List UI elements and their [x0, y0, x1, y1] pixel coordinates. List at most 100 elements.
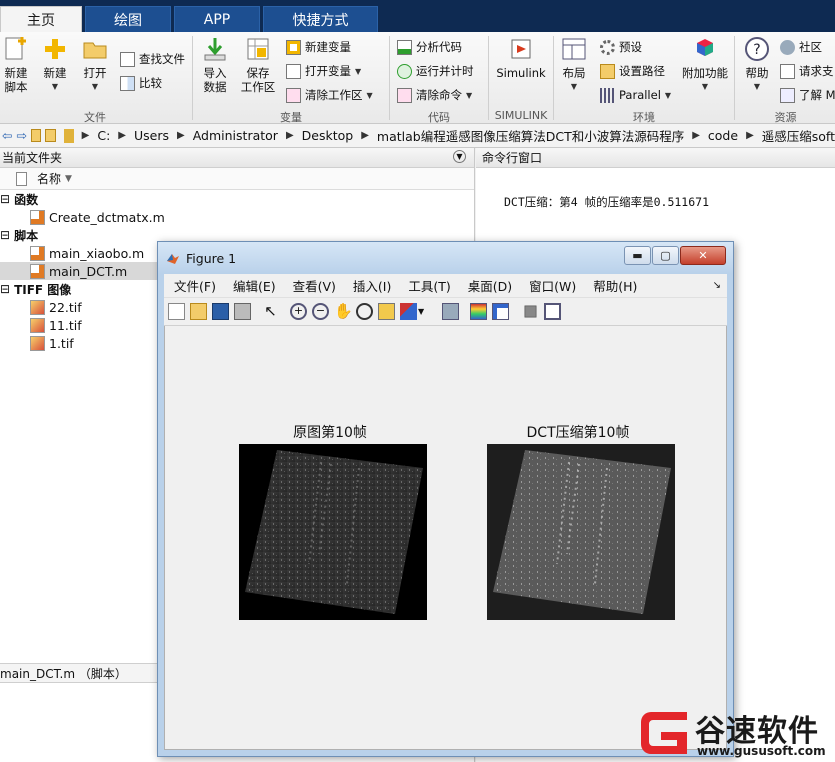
addons-button[interactable]: 附加功能 ▼ — [680, 36, 730, 94]
menu-view[interactable]: 查看(V) — [293, 276, 336, 295]
open-label: 打开 — [83, 66, 107, 80]
figure-title-bar[interactable]: Figure 1 ▬ ▢ ✕ — [158, 242, 733, 274]
save-workspace-button[interactable]: 保存 工作区 — [240, 36, 276, 94]
zoom-in-icon[interactable]: + — [290, 303, 307, 320]
breadcrumb[interactable]: ▶ C: ▶ Users ▶ Administrator ▶ Desktop ▶ matl… — [74, 126, 835, 145]
pointer-icon[interactable]: ↖ — [262, 303, 279, 320]
new-figure-icon[interactable] — [168, 303, 185, 320]
breadcrumb-project[interactable]: matlab编程遥感图像压缩算法DCT和小波算法源码程序 — [377, 126, 684, 145]
compare-button[interactable]: 比较 — [120, 74, 162, 92]
compare-icon — [120, 75, 135, 91]
current-folder-title: 当前文件夹 — [2, 151, 63, 165]
open-variable-button[interactable]: 打开变量 ▼ — [286, 62, 361, 80]
ribbon-divider — [488, 36, 489, 120]
back-arrow-icon[interactable]: ⇦ — [2, 128, 12, 143]
layout-icon — [562, 38, 586, 60]
collapse-icon[interactable]: ⊟ — [0, 192, 10, 206]
ribbon-divider — [734, 36, 735, 120]
tab-home[interactable]: 主页 — [0, 6, 82, 32]
link-plot-icon[interactable] — [442, 303, 459, 320]
watermark-url: www.gususoft.com — [697, 744, 826, 758]
menu-file[interactable]: 文件(F) — [174, 276, 216, 295]
print-icon[interactable] — [234, 303, 251, 320]
panel-menu-icon[interactable]: ▼ — [453, 150, 466, 163]
community-button[interactable]: 社区 — [780, 38, 822, 56]
new-script-button[interactable]: 新建 脚本 — [2, 36, 30, 94]
parallel-button[interactable]: Parallel ▼ — [600, 86, 671, 104]
new-variable-button[interactable]: 新建变量 — [286, 38, 351, 56]
analyze-code-button[interactable]: 分析代码 — [397, 38, 462, 56]
request-support-button[interactable]: 请求支 — [780, 62, 834, 80]
brush-dropdown-icon[interactable]: ▼ — [418, 303, 435, 320]
simulink-button[interactable]: Simulink — [496, 36, 546, 80]
breadcrumb-soft[interactable]: 遥感压缩soft — [762, 126, 835, 145]
show-plot-tools-icon[interactable] — [544, 303, 561, 320]
breadcrumb-administrator[interactable]: Administrator — [193, 128, 278, 143]
tab-home-label: 主页 — [27, 12, 55, 29]
analyze-code-icon — [397, 39, 412, 55]
tab-plots-label: 绘图 — [114, 12, 142, 29]
zoom-out-icon[interactable]: − — [312, 303, 329, 320]
set-path-button[interactable]: 设置路径 — [600, 62, 665, 80]
collapse-icon[interactable]: ⊟ — [0, 282, 10, 296]
group-label: 脚本 — [14, 228, 39, 243]
legend-icon[interactable] — [492, 303, 509, 320]
menu-help[interactable]: 帮助(H) — [593, 276, 637, 295]
new-caret: ▼ — [51, 82, 59, 91]
collapse-icon[interactable]: ⊟ — [0, 228, 10, 242]
find-files-button[interactable]: 查找文件 — [120, 50, 185, 68]
forward-arrow-icon[interactable]: ⇨ — [16, 128, 26, 143]
tab-plots[interactable]: 绘图 — [85, 6, 171, 32]
preferences-button[interactable]: 预设 — [600, 38, 642, 56]
menu-edit[interactable]: 编辑(E) — [233, 276, 276, 295]
open-button[interactable]: 打开 ▼ — [80, 36, 110, 94]
resources-group-label: 资源 — [774, 111, 797, 124]
run-and-time-icon — [397, 63, 412, 79]
up-folder-icon[interactable] — [30, 129, 42, 142]
tab-apps[interactable]: APP — [174, 6, 260, 32]
column-header[interactable]: 名称 ▼ — [0, 168, 474, 190]
learn-matlab-button[interactable]: 了解 M — [780, 86, 835, 104]
pan-hand-icon[interactable]: ✋ — [334, 303, 353, 320]
import-data-button[interactable]: 导入 数据 — [200, 36, 230, 94]
breadcrumb-desktop[interactable]: Desktop — [302, 128, 354, 143]
clear-commands-button[interactable]: 清除命令 ▼ — [397, 86, 472, 104]
request-support-icon — [780, 63, 795, 79]
menu-insert[interactable]: 插入(I) — [353, 276, 391, 295]
breadcrumb-separator: ▶ — [177, 130, 185, 141]
save-workspace-icon — [247, 38, 269, 60]
figure-canvas[interactable]: 原图第10帧 DCT压缩第10帧 — [164, 326, 727, 750]
save-icon[interactable] — [212, 303, 229, 320]
run-and-time-button[interactable]: 运行并计时 — [397, 62, 474, 80]
open-file-icon[interactable] — [190, 303, 207, 320]
breadcrumb-separator: ▶ — [746, 130, 754, 141]
menu-window[interactable]: 窗口(W) — [529, 276, 576, 295]
figure-window[interactable]: Figure 1 ▬ ▢ ✕ 文件(F) 编辑(E) 查看(V) 插入(I) 工… — [157, 241, 734, 757]
minimize-button[interactable]: ▬ — [624, 246, 651, 265]
close-button[interactable]: ✕ — [680, 246, 726, 265]
menu-tools[interactable]: 工具(T) — [408, 276, 450, 295]
hide-plot-tools-icon[interactable] — [524, 305, 537, 318]
tab-shortcuts[interactable]: 快捷方式 — [263, 6, 378, 32]
new-button[interactable]: 新建 ▼ — [40, 36, 70, 94]
import-data-label: 导入 数据 — [203, 66, 227, 94]
dock-arrow-icon[interactable]: ↘ — [713, 280, 721, 291]
breadcrumb-drive[interactable]: C: — [97, 128, 110, 143]
analyze-code-label: 分析代码 — [416, 40, 462, 54]
breadcrumb-users[interactable]: Users — [134, 128, 169, 143]
breadcrumb-code[interactable]: code — [708, 128, 738, 143]
clear-workspace-caret: ▼ — [366, 90, 373, 100]
layout-button[interactable]: 布局 ▼ — [558, 36, 590, 94]
group-functions[interactable]: ⊟ 函数 — [0, 190, 474, 208]
brush-icon[interactable] — [400, 303, 417, 320]
file-name: main_xiaobo.m — [49, 245, 145, 261]
data-cursor-icon[interactable] — [378, 303, 395, 320]
maximize-button[interactable]: ▢ — [652, 246, 679, 265]
clear-workspace-button[interactable]: 清除工作区 ▼ — [286, 86, 373, 104]
colorbar-icon[interactable] — [470, 303, 487, 320]
rotate-3d-icon[interactable] — [356, 303, 373, 320]
list-item[interactable]: Create_dctmatx.m — [0, 208, 474, 226]
menu-desktop[interactable]: 桌面(D) — [468, 276, 512, 295]
browse-folder-icon[interactable] — [45, 129, 56, 142]
help-button[interactable]: ? 帮助 ▼ — [741, 36, 773, 94]
